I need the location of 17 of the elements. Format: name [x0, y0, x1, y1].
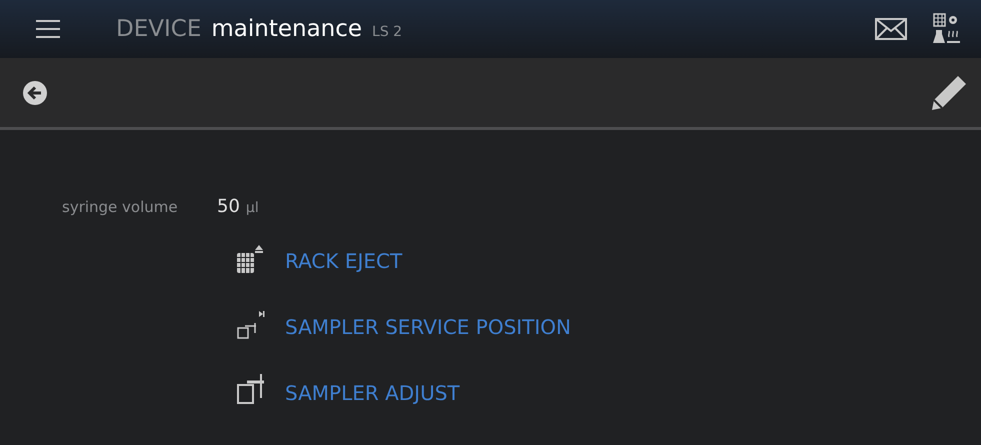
action-link[interactable]: SAMPLER SERVICE POSITION [285, 317, 571, 339]
rack-eject-icon [237, 245, 265, 273]
sampler-service-icon [237, 311, 265, 339]
setting-value: 50 [217, 195, 240, 219]
device-name: LS 2 [372, 22, 402, 42]
menu-icon[interactable] [36, 20, 60, 38]
title-prefix: DEVICE [116, 14, 202, 44]
mail-icon[interactable] [875, 18, 907, 40]
setting-label: syringe volume [62, 197, 179, 218]
unit-label: µl [246, 199, 259, 218]
page-title: maintenance [211, 14, 362, 44]
sampler-adjust-icon [237, 373, 265, 405]
action-link[interactable]: RACK EJECT [285, 251, 402, 273]
action-link[interactable]: SAMPLER ADJUST [285, 383, 460, 405]
lab-devices-icon[interactable] [933, 13, 961, 45]
pencil-icon[interactable] [930, 74, 968, 112]
back-icon[interactable] [23, 80, 47, 104]
